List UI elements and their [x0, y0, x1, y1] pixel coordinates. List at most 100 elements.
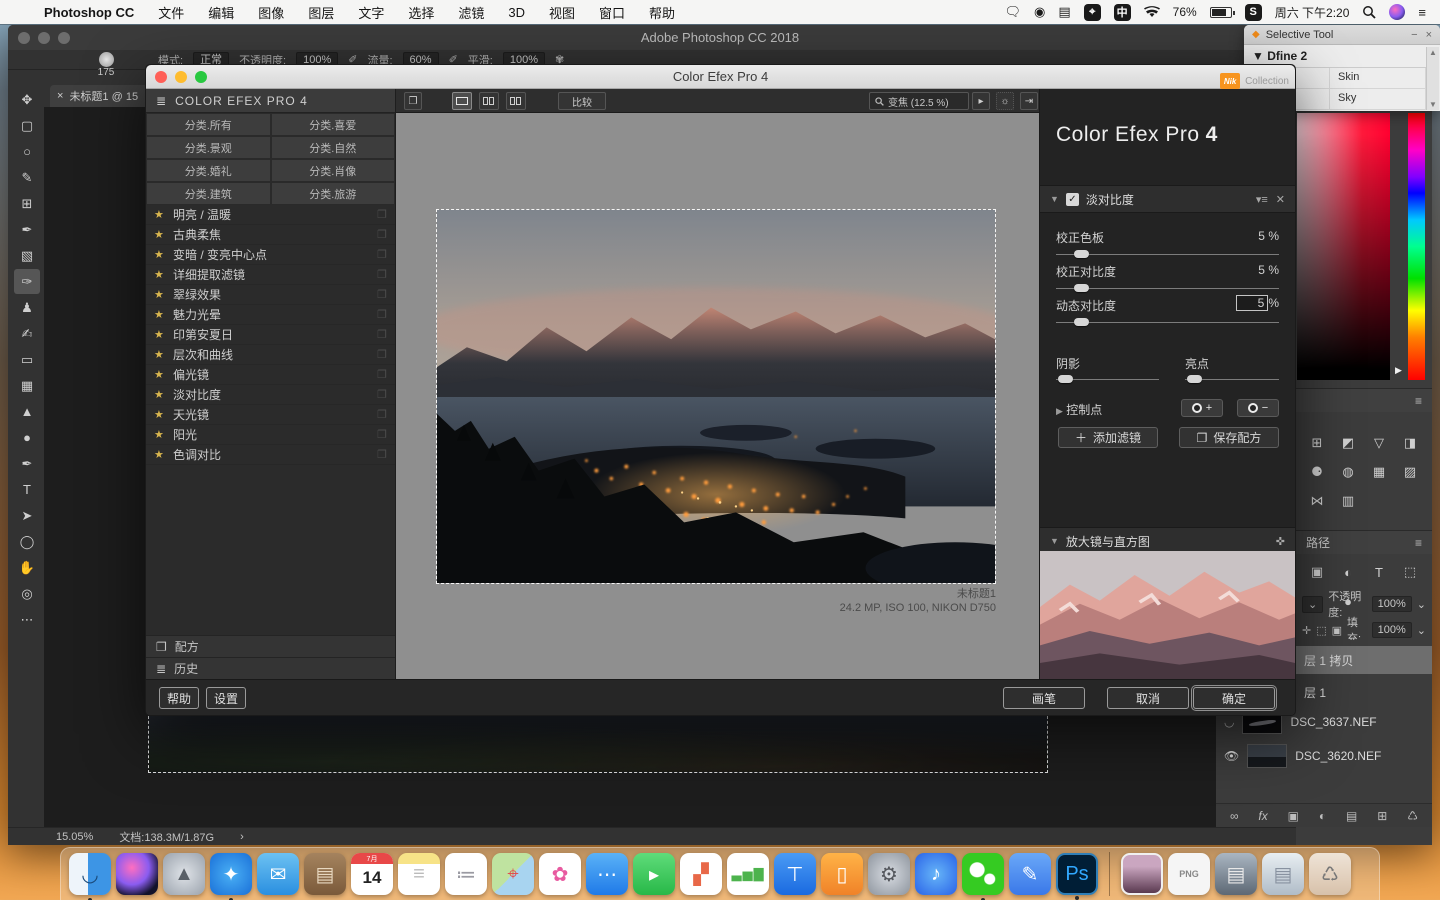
star-icon[interactable]: ★ — [154, 428, 166, 441]
dock-siri[interactable] — [116, 853, 158, 895]
filter-item[interactable]: ★翠绿效果❐ — [146, 285, 395, 305]
tab-close-icon[interactable]: × — [57, 90, 63, 102]
layer-group-icon[interactable]: ▤ — [1346, 809, 1357, 823]
control-points-row[interactable]: ▶ 控制点 — [1056, 401, 1102, 418]
slider-track[interactable] — [1056, 322, 1279, 323]
document-size-info[interactable]: 文档:138.3M/1.87G — [119, 829, 214, 845]
brush-tool[interactable]: ✑ — [14, 269, 40, 294]
preview-icon[interactable]: ❐ — [377, 288, 387, 301]
adjustment-gradient-map-icon[interactable]: ▥ — [1337, 491, 1359, 511]
preview-icon[interactable]: ❐ — [377, 368, 387, 381]
window-controls[interactable] — [155, 71, 207, 83]
layer-mask-icon[interactable]: ▣ — [1288, 809, 1299, 823]
paths-panel-header[interactable]: 路径 ≡ — [1296, 530, 1432, 554]
star-icon[interactable]: ★ — [154, 408, 166, 421]
brush-preview-widget[interactable]: 175 — [76, 52, 136, 78]
slider-track[interactable] — [1056, 288, 1279, 289]
dock-numbers[interactable]: ▃▅▇ — [727, 853, 769, 895]
menu-filter[interactable]: 滤镜 — [458, 3, 484, 22]
color-picker-hue-strip[interactable] — [1408, 113, 1425, 380]
lock-all-icon[interactable]: ▣ — [1332, 624, 1342, 637]
adjustment-exposure-icon[interactable]: ◩ — [1337, 433, 1359, 453]
menu-image[interactable]: 图像 — [258, 3, 284, 22]
category-portrait[interactable]: 分类.肖像 — [271, 159, 396, 182]
star-icon[interactable]: ★ — [154, 288, 166, 301]
cancel-button[interactable]: 取消 — [1107, 687, 1189, 709]
dock-window-minimized-2[interactable]: ▤ — [1262, 853, 1304, 895]
selective-scrollbar[interactable]: ▲▼ — [1426, 47, 1439, 110]
window-controls-inactive[interactable] — [18, 32, 70, 44]
dock-mail[interactable]: ✉ — [257, 853, 299, 895]
preview-icon[interactable]: ❐ — [377, 348, 387, 361]
dodge-tool[interactable]: ▲ — [14, 399, 40, 424]
healing-brush-tool[interactable]: ▧ — [14, 243, 40, 268]
history-section[interactable]: ≣历史 — [146, 657, 395, 679]
star-icon[interactable]: ★ — [154, 308, 166, 321]
category-nature[interactable]: 分类.自然 — [271, 136, 396, 159]
color-picker-saturation-square[interactable] — [1297, 113, 1390, 380]
dock-file-png[interactable]: PNG — [1168, 853, 1210, 895]
ok-button[interactable]: 确定 — [1193, 687, 1275, 709]
lasso-tool[interactable]: ○ — [14, 139, 40, 164]
menu-view[interactable]: 视图 — [549, 3, 575, 22]
adjustment-color-lookup-icon[interactable]: ▦ — [1368, 462, 1390, 482]
filter-enabled-checkbox[interactable]: ✓ — [1066, 193, 1079, 206]
filter-item[interactable]: ★天光镜❐ — [146, 405, 395, 425]
star-icon[interactable]: ★ — [154, 268, 166, 281]
save-recipe-button[interactable]: ❐保存配方 — [1179, 427, 1279, 448]
star-icon[interactable]: ★ — [154, 368, 166, 381]
single-view-icon[interactable] — [452, 92, 472, 110]
quick-selection-tool[interactable]: ✎ — [14, 165, 40, 190]
recipes-section[interactable]: ❐配方 — [146, 635, 395, 657]
filter-item[interactable]: ★详细提取滤镜❐ — [146, 265, 395, 285]
preview-icon[interactable]: ❐ — [377, 208, 387, 221]
star-icon[interactable]: ★ — [154, 228, 166, 241]
preview-icon[interactable]: ❐ — [377, 248, 387, 261]
adjustment-vibrance-icon[interactable]: ▽ — [1368, 433, 1390, 453]
add-filter-button[interactable]: ＋添加滤镜 — [1058, 427, 1158, 448]
close-button[interactable] — [155, 71, 167, 83]
color-efex-titlebar[interactable]: Color Efex Pro 4 — [146, 65, 1295, 89]
adjustment-layer-icon[interactable]: ◐ — [1319, 809, 1326, 823]
preview-icon[interactable]: ❐ — [377, 408, 387, 421]
filter-item[interactable]: ★层次和曲线❐ — [146, 345, 395, 365]
slider-thumb[interactable] — [1058, 375, 1073, 383]
dock-photos[interactable]: ✿ — [539, 853, 581, 895]
zoom-dropdown[interactable]: 变焦 (12.5 %) — [869, 92, 969, 110]
star-icon[interactable]: ★ — [154, 328, 166, 341]
brush-button[interactable]: 画笔 — [1003, 687, 1085, 709]
zoom-tool[interactable]: ◎ — [14, 581, 40, 606]
filter-library-header[interactable]: ≣ COLOR EFEX PRO 4 — [146, 89, 395, 113]
panel-toggle-icon[interactable]: ⇥ — [1020, 92, 1038, 110]
pin-icon[interactable]: ✜ — [1276, 535, 1285, 548]
loupe-preview[interactable] — [1040, 551, 1295, 679]
menu-help[interactable]: 帮助 — [649, 3, 675, 22]
dock-keynote[interactable]: ⊤ — [774, 853, 816, 895]
dock-maps[interactable]: ⌖ — [492, 853, 534, 895]
delete-layer-icon[interactable]: ♺ — [1407, 809, 1418, 823]
filter-item[interactable]: ★偏光镜❐ — [146, 365, 395, 385]
dock-itunes[interactable]: ♪ — [915, 853, 957, 895]
selective-tool-titlebar[interactable]: ◆ Selective Tool − × — [1244, 25, 1440, 45]
wechat-status-icon[interactable]: 🗨 — [1005, 4, 1022, 20]
preview-icon[interactable]: ❐ — [377, 428, 387, 441]
zoom-expand-icon[interactable]: ▸ — [972, 92, 990, 110]
preview-icon[interactable]: ❐ — [377, 448, 387, 461]
category-wedding[interactable]: 分类.婚礼 — [146, 159, 271, 182]
split-view-icon[interactable] — [479, 92, 499, 110]
new-layer-icon[interactable]: ⊞ — [1377, 809, 1387, 823]
adjustment-invert-icon[interactable]: ▨ — [1399, 462, 1421, 482]
proxy-app-icon[interactable]: S — [1245, 4, 1262, 21]
path-select-tool[interactable]: ➤ — [14, 503, 40, 528]
slider-track[interactable] — [1056, 254, 1279, 255]
menu-file[interactable]: 文件 — [158, 3, 184, 22]
background-brightness-icon[interactable]: ☼ — [996, 92, 1014, 110]
siri-icon[interactable] — [1389, 4, 1405, 20]
photoshop-titlebar[interactable]: Adobe Photoshop CC 2018 — [8, 25, 1432, 50]
side-by-side-view-icon[interactable] — [506, 92, 526, 110]
hue-marker-icon[interactable]: ▶ — [1395, 365, 1402, 376]
menu-app-name[interactable]: Photoshop CC — [44, 5, 134, 20]
wifi-icon[interactable] — [1144, 6, 1160, 18]
settings-button[interactable]: 设置 — [206, 687, 246, 709]
layer-row-4[interactable]: 👁 DSC_3620.NEF — [1216, 742, 1432, 770]
